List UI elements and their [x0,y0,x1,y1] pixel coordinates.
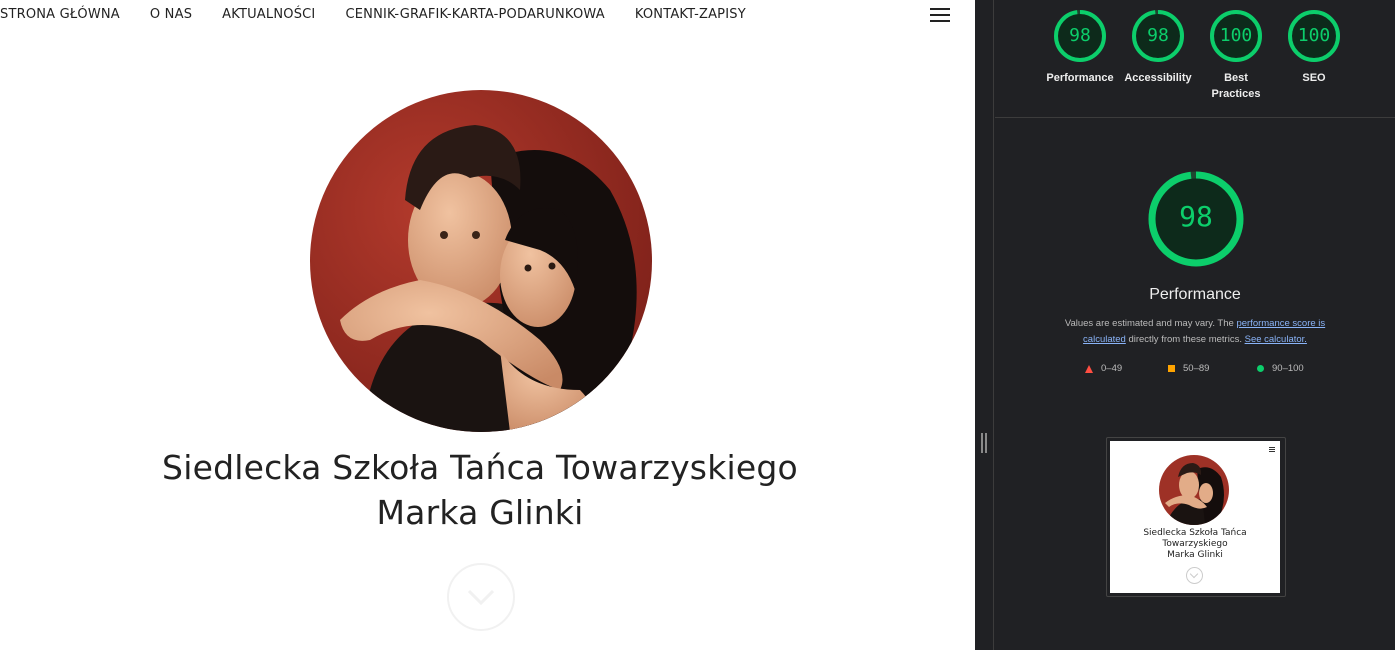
gauge-ring: 100 [1209,9,1263,63]
gauge-label: Performance [1046,72,1114,84]
gauge-accessibility[interactable]: 98 Accessibility [1119,9,1197,86]
hamburger-menu-icon [1269,447,1275,452]
thumbnail-photo [1159,455,1229,525]
gauge-label: Best Practices [1211,72,1261,100]
performance-score: 98 [1179,200,1213,233]
performance-gauge-large: 98 [1147,170,1245,268]
hamburger-menu-icon[interactable] [930,8,950,24]
legend-fail: 0–49 [1085,363,1122,374]
legend-range: 90–100 [1272,363,1304,374]
see-calculator-link[interactable]: See calculator. [1245,334,1307,345]
triangle-icon [1085,364,1093,373]
panel-divider [975,0,994,650]
legend-average: 50–89 [1168,363,1209,374]
chevron-down-circle-icon[interactable] [447,563,515,631]
score-summary: 98 Performance 98 Accessibility 100 Best… [995,0,1395,118]
hero-photo [310,90,652,432]
thumbnail-title-line3: Marka Glinki [1167,550,1223,560]
legend-pass: 90–100 [1257,363,1304,374]
nav-item-contact[interactable]: KONTAKT-ZAPISY [635,7,746,22]
score-note: Values are estimated and may vary. The p… [1045,316,1345,348]
gauge-ring: 98 [1053,9,1107,63]
gauge-ring: 100 [1287,9,1341,63]
gauge-performance[interactable]: 98 Performance [1041,9,1119,86]
performance-title: Performance [1149,286,1241,303]
thumbnail-page: Siedlecka Szkoła Tańca Towarzyskiego Mar… [1110,441,1280,593]
gauge-score: 98 [1069,25,1091,46]
chevron-down-circle-icon [1186,567,1203,584]
website-viewport: STRONA GŁÓWNA O NAS AKTUALNOŚCI CENNIK-G… [0,0,975,650]
gauge-score: 100 [1219,25,1253,46]
gauge-label: SEO [1302,72,1326,84]
gauge-ring: 98 [1131,9,1185,63]
devtools-panel: 98 Performance 98 Accessibility 100 Best… [975,0,1395,650]
circle-icon [1257,365,1264,372]
note-text: Values are estimated and may vary. The [1064,318,1237,329]
gauge-best-practices[interactable]: 100 Best Practices [1197,9,1275,102]
nav-item-home[interactable]: STRONA GŁÓWNA [0,7,120,22]
thumbnail-title-line2: Towarzyskiego [1162,539,1228,549]
main-navigation: STRONA GŁÓWNA O NAS AKTUALNOŚCI CENNIK-G… [0,0,776,28]
lighthouse-report: 98 Performance 98 Accessibility 100 Best… [995,0,1395,650]
gauge-seo[interactable]: 100 SEO [1275,9,1353,86]
square-icon [1168,365,1175,372]
resize-handle[interactable] [981,433,987,453]
nav-item-pricing[interactable]: CENNIK-GRAFIK-KARTA-PODARUNKOWA [345,7,604,22]
score-legend: 0–49 50–89 90–100 [995,363,1395,375]
legend-range: 50–89 [1183,363,1210,374]
hero-title-line2: Marka Glinki [376,493,584,532]
gauge-score: 98 [1147,25,1169,46]
legend-range: 0–49 [1101,363,1123,374]
gauge-label: Accessibility [1124,72,1192,84]
note-text-middle: directly from these metrics. [1125,334,1245,345]
nav-item-news[interactable]: AKTUALNOŚCI [222,7,315,22]
thumbnail-title-line1: Siedlecka Szkoła Tańca [1143,528,1247,538]
final-screenshot-thumbnail[interactable]: Siedlecka Szkoła Tańca Towarzyskiego Mar… [1106,437,1286,597]
gauge-score: 100 [1297,25,1331,46]
hero-title-line1: Siedlecka Szkoła Tańca Towarzyskiego [162,448,798,487]
nav-item-about[interactable]: O NAS [150,7,192,22]
